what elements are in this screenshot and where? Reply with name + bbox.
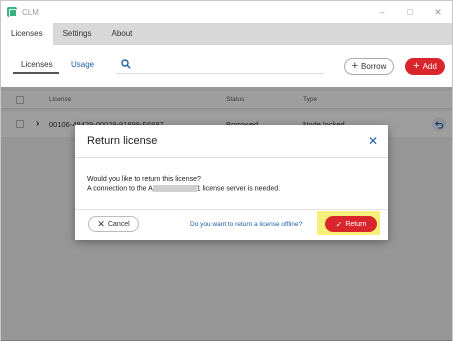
dialog-divider-bottom — [75, 209, 388, 210]
app-title: CLM — [22, 7, 39, 17]
borrow-button[interactable]: + Borrow — [344, 58, 394, 75]
search-icon[interactable] — [121, 59, 131, 69]
minimize-button[interactable]: – — [368, 1, 396, 23]
add-button[interactable]: + Add — [405, 58, 445, 75]
dialog-divider-top — [75, 157, 388, 158]
borrow-label: Borrow — [361, 62, 387, 71]
tab-settings[interactable]: Settings — [53, 23, 102, 45]
message-prefix: A connection to the A — [87, 185, 153, 193]
dialog-message-line1: Would you like to return this license? — [87, 176, 201, 183]
check-icon: ✓ — [335, 219, 343, 229]
tab-about[interactable]: About — [101, 23, 142, 45]
return-label: Return — [345, 220, 367, 228]
window-controls: – □ ✕ — [368, 1, 452, 23]
main-tabs: Licenses Settings About — [1, 23, 452, 45]
plus-icon: + — [351, 60, 359, 72]
active-subtab-indicator — [13, 72, 59, 74]
maximize-button[interactable]: □ — [396, 1, 424, 23]
search-input[interactable] — [116, 73, 324, 74]
app-window: CLM – □ ✕ Licenses Settings About Licens… — [0, 0, 453, 341]
cancel-button[interactable]: ✕ Cancel — [88, 216, 139, 232]
subtab-licenses[interactable]: Licenses — [21, 60, 53, 69]
return-license-dialog: Return license ✕ Would you like to retur… — [75, 125, 388, 240]
cancel-label: Cancel — [107, 220, 130, 228]
dialog-title: Return license — [87, 135, 158, 147]
close-icon[interactable]: ✕ — [368, 134, 378, 148]
message-suffix: 1 license server is needed. — [196, 185, 281, 193]
dialog-message-line2: A connection to the A 1 license server is… — [87, 185, 280, 192]
title-bar: CLM – □ ✕ — [1, 1, 452, 23]
return-offline-link[interactable]: Do you want to return a license offline? — [190, 221, 302, 228]
add-label: Add — [422, 62, 437, 71]
tab-licenses[interactable]: Licenses — [1, 23, 53, 45]
plus-icon: + — [413, 60, 420, 72]
close-window-button[interactable]: ✕ — [424, 1, 452, 23]
redacted-text — [152, 185, 197, 192]
subtab-usage[interactable]: Usage — [71, 60, 94, 69]
return-button[interactable]: ✓ Return — [325, 216, 377, 232]
app-logo-icon — [7, 7, 17, 17]
toolbar: Licenses Usage + Borrow + Add — [1, 45, 452, 87]
close-icon: ✕ — [97, 218, 105, 229]
